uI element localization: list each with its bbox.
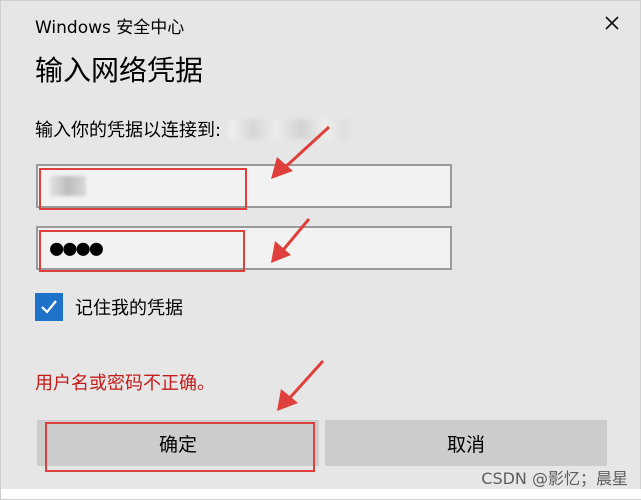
checkmark-icon	[41, 300, 57, 314]
error-message: 用户名或密码不正确。	[35, 373, 215, 394]
close-icon	[605, 16, 619, 30]
password-value: ●●●●	[50, 235, 103, 261]
ok-button[interactable]: 确定	[37, 420, 319, 466]
close-button[interactable]	[592, 5, 632, 41]
watermark: CSDN @影忆；晨星	[481, 469, 628, 488]
connection-prompt: 输入你的凭据以连接到:	[35, 116, 350, 142]
credential-dialog: Windows 安全中心 输入网络凭据 输入你的凭据以连接到: ●●●● 记住我…	[0, 0, 641, 500]
prompt-text: 输入你的凭据以连接到:	[35, 120, 222, 141]
cancel-button[interactable]: 取消	[325, 420, 607, 466]
remember-credentials-checkbox[interactable]: 记住我的凭据	[35, 293, 183, 321]
blurred-username	[50, 176, 86, 196]
password-input[interactable]: ●●●●	[36, 226, 452, 270]
checkbox-box[interactable]	[35, 293, 63, 321]
username-input[interactable]	[36, 164, 452, 208]
window-title: Windows 安全中心	[35, 18, 185, 38]
blurred-server-name	[229, 119, 350, 139]
remember-label: 记住我的凭据	[75, 298, 183, 319]
footer-strip	[1, 489, 641, 499]
dialog-heading: 输入网络凭据	[35, 54, 204, 87]
red-arrow-icon-3	[277, 359, 325, 411]
